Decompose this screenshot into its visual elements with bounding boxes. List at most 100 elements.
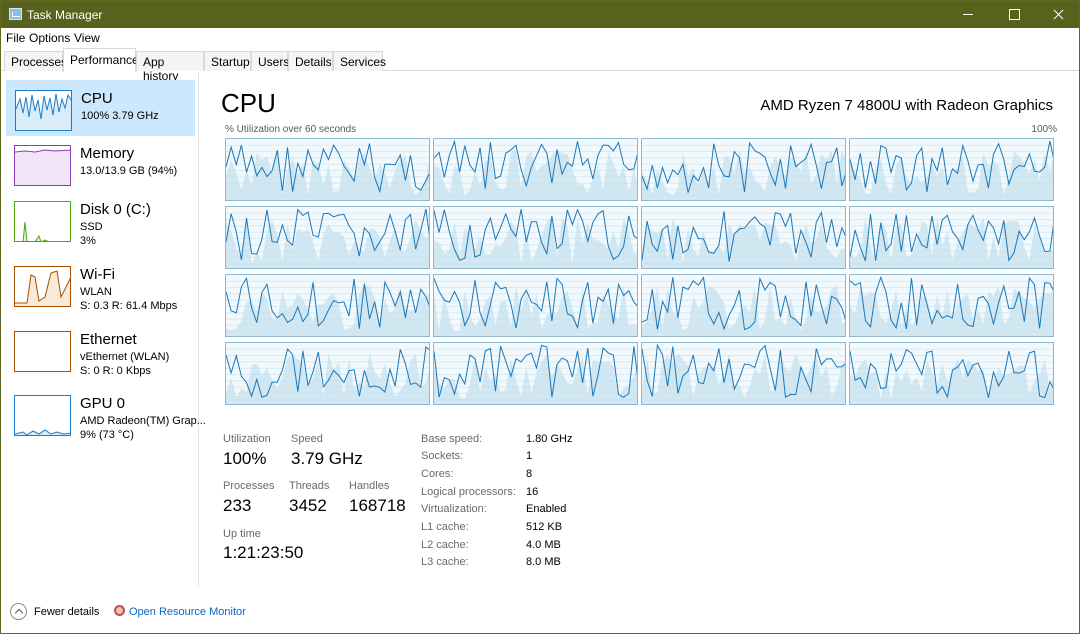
app-icon [9,8,22,20]
ethernet-thumbnail-graph [14,331,71,372]
logical-processor-graph [433,342,638,405]
wifi-thumbnail-graph [14,266,71,307]
maximize-icon[interactable] [991,1,1037,28]
spec-label: Virtualization: [421,503,487,515]
spec-value: 1 [526,450,533,462]
close-icon[interactable] [1035,1,1080,28]
sidebar-item-detail: 9% (73 °C) [80,429,134,441]
sidebar-item-memory[interactable]: Memory 13.0/13.9 GB (94%) [6,136,195,192]
gpu-thumbnail-graph [14,395,71,436]
minimize-icon[interactable] [945,1,991,28]
graph-max-label: 100% [1031,124,1057,135]
logical-processor-graph [225,342,430,405]
sidebar-item-detail: 100% 3.79 GHz [81,110,159,122]
memory-thumbnail-graph [14,145,71,186]
resource-monitor-icon[interactable] [114,605,125,616]
speed-value: 3.79 GHz [291,449,363,468]
spec-label: L2 cache: [421,539,469,551]
title-bar[interactable]: Task Manager [1,1,1079,28]
sidebar-item-detail: S: 0 R: 0 Kbps [80,365,151,377]
sidebar-item-ethernet[interactable]: Ethernet vEthernet (WLAN) S: 0 R: 0 Kbps [6,322,195,378]
sidebar-item-detail: AMD Radeon(TM) Grap... [80,415,206,427]
fewer-details-button[interactable]: Fewer details [34,606,99,618]
sidebar-item-label: GPU 0 [80,395,126,412]
task-manager-window: Task Manager File Options View Processes… [0,0,1080,634]
utilization-value: 100% [223,449,267,468]
threads-value: 3452 [289,496,327,515]
threads-label: Threads [289,480,330,492]
sidebar-item-detail: S: 0.3 R: 61.4 Mbps [80,300,178,312]
spec-value: 16 [526,486,539,498]
logical-processor-graph [849,138,1054,201]
graph-caption: % Utilization over 60 seconds [225,124,357,135]
logical-processor-graph [225,138,430,201]
menu-options[interactable]: Options [29,31,70,45]
cpu-thumbnail-graph [15,90,72,131]
logical-processor-graph [641,138,846,201]
chevron-up-icon[interactable] [10,603,27,620]
uptime-value: 1:21:23:50 [223,543,304,562]
spec-label: Base speed: [421,433,483,445]
sidebar-item-label: CPU [81,90,113,107]
sidebar-item-detail: SSD [80,221,103,233]
spec-label: Sockets: [421,450,464,462]
tab-services[interactable]: Services [333,51,386,71]
page-title: CPU [221,88,276,118]
spec-label: Logical processors: [421,486,516,498]
tab-startup[interactable]: Startup [204,51,251,71]
logical-processor-graph [641,342,846,405]
spec-label: L1 cache: [421,521,469,533]
sidebar-item-label: Memory [80,145,135,162]
disk-thumbnail-graph [14,201,71,242]
spec-label: L3 cache: [421,556,469,568]
logical-processor-graph [433,138,638,201]
tab-strip: Processes Performance App history Startu… [1,48,1079,83]
sidebar-item-detail: 13.0/13.9 GB (94%) [80,165,178,177]
open-resource-monitor-link[interactable]: Open Resource Monitor [129,606,246,618]
sidebar-item-gpu[interactable]: GPU 0 AMD Radeon(TM) Grap... 9% (73 °C) [6,386,206,442]
logical-processor-graph [225,274,430,337]
logical-processor-graph [225,206,430,269]
spec-value: Enabled [526,503,567,515]
performance-panel: CPU AMD Ryzen 7 4800U with Radeon Graphi… [200,72,1078,586]
menu-view[interactable]: View [74,31,100,45]
spec-value: 4.0 MB [526,539,561,551]
spec-value: 8.0 MB [526,556,561,568]
menu-file[interactable]: File [6,31,25,45]
sidebar-item-label: Ethernet [80,331,137,348]
sidebar-item-disk[interactable]: Disk 0 (C:) SSD 3% [6,192,195,248]
uptime-label: Up time [223,528,261,540]
resource-sidebar: CPU 100% 3.79 GHz Memory 13.0/13.9 GB (9… [1,72,206,586]
sidebar-item-label: Wi-Fi [80,266,115,283]
tab-performance[interactable]: Performance [63,48,139,72]
sidebar-item-cpu[interactable]: CPU 100% 3.79 GHz [6,80,195,136]
processes-label: Processes [223,480,275,492]
spec-value: 512 KB [526,521,563,533]
spec-value: 1.80 GHz [526,433,573,445]
footer-bar: Fewer details Open Resource Monitor [1,597,1079,631]
tab-processes[interactable]: Processes [4,51,67,71]
logical-processor-graphs [225,138,1057,406]
sidebar-item-wifi[interactable]: Wi-Fi WLAN S: 0.3 R: 61.4 Mbps [6,257,195,313]
logical-processor-graph [849,206,1054,269]
processes-value: 233 [223,496,252,515]
sidebar-item-detail: WLAN [80,286,112,298]
tab-details[interactable]: Details [288,51,333,71]
sidebar-item-label: Disk 0 (C:) [80,201,151,218]
logical-processor-graph [849,274,1054,337]
handles-label: Handles [349,480,390,492]
logical-processor-graph [433,206,638,269]
spec-label: Cores: [421,468,454,480]
sidebar-item-detail: 3% [80,235,96,247]
logical-processor-graph [433,274,638,337]
spec-value: 8 [526,468,533,480]
logical-processor-graph [641,206,846,269]
menu-bar: File Options View [1,28,1079,48]
utilization-label: Utilization [223,433,271,445]
sidebar-item-detail: vEthernet (WLAN) [80,351,170,363]
tab-app-history[interactable]: App history [136,51,204,83]
tab-users[interactable]: Users [251,51,289,71]
handles-value: 168718 [349,496,406,515]
logical-processor-graph [641,274,846,337]
cpu-model-name: AMD Ryzen 7 4800U with Radeon Graphics [760,97,1053,114]
